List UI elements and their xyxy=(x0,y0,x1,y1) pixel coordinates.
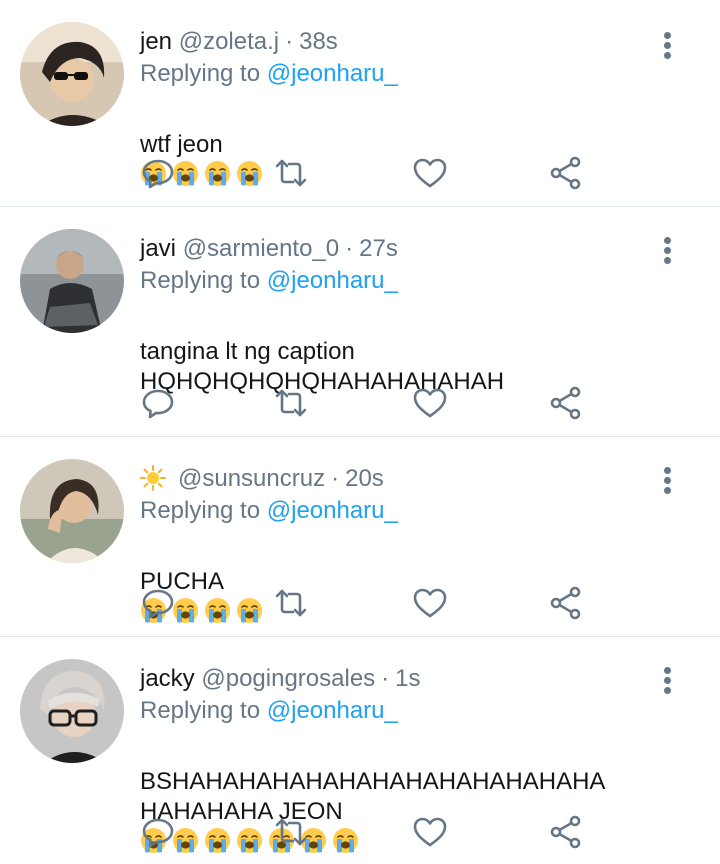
more-vertical-icon[interactable] xyxy=(664,467,672,495)
avatar[interactable] xyxy=(20,659,124,763)
replying-to-mention[interactable]: @jeonharu_ xyxy=(267,497,398,524)
sun-icon xyxy=(140,465,166,491)
more-vertical-icon[interactable] xyxy=(664,237,672,265)
replying-to-label: Replying to xyxy=(140,60,261,87)
reply-tweet-1[interactable]: jen @zoleta.j · 38s Replying to @jeonharu_… xyxy=(0,0,720,207)
share-icon[interactable] xyxy=(548,814,584,850)
loudly-crying-face-emoji xyxy=(172,597,199,624)
tweet-body: BSHAHAHAHAHAHAHAHAHAHAHAHAHA HAHAHAHA JE… xyxy=(140,768,606,825)
replying-to-label: Replying to xyxy=(140,267,261,294)
share-icon[interactable] xyxy=(548,585,584,621)
share-icon[interactable] xyxy=(548,155,584,191)
like-icon[interactable] xyxy=(412,155,448,191)
more-vertical-icon[interactable] xyxy=(664,667,672,695)
reply-tweet-4[interactable]: jacky @pogingrosales · 1s Replying to @jeo… xyxy=(0,637,720,864)
loudly-crying-face-emoji xyxy=(204,160,231,187)
separator-dot: · xyxy=(345,235,354,262)
timestamp: 27s xyxy=(359,235,398,262)
retweet-icon[interactable] xyxy=(273,155,309,191)
replying-to-mention[interactable]: @jeonharu_ xyxy=(267,60,398,87)
retweet-icon[interactable] xyxy=(273,814,309,850)
loudly-crying-face-emoji xyxy=(172,827,199,854)
replying-to-label: Replying to xyxy=(140,697,261,724)
timestamp: 1s xyxy=(395,665,421,692)
separator-dot: · xyxy=(285,28,294,55)
more-vertical-icon[interactable] xyxy=(664,32,672,60)
avatar[interactable] xyxy=(20,229,124,333)
replying-to-mention[interactable]: @jeonharu_ xyxy=(267,697,398,724)
reply-icon[interactable] xyxy=(140,814,176,850)
tweet-body: wtf jeon xyxy=(140,131,223,158)
replying-to-mention[interactable]: @jeonharu_ xyxy=(267,267,398,294)
loudly-crying-face-emoji xyxy=(204,827,231,854)
avatar[interactable] xyxy=(20,22,124,126)
user-handle[interactable]: @sunsuncruz xyxy=(178,465,325,492)
user-handle[interactable]: @pogingrosales xyxy=(201,665,375,692)
timestamp: 20s xyxy=(345,465,384,492)
avatar[interactable] xyxy=(20,459,124,563)
reply-icon[interactable] xyxy=(140,585,176,621)
retweet-icon[interactable] xyxy=(273,385,309,421)
like-icon[interactable] xyxy=(412,585,448,621)
separator-dot: · xyxy=(381,665,390,692)
like-icon[interactable] xyxy=(412,814,448,850)
loudly-crying-face-emoji xyxy=(172,160,199,187)
loudly-crying-face-emoji xyxy=(236,827,263,854)
reply-icon[interactable] xyxy=(140,385,176,421)
retweet-icon[interactable] xyxy=(273,585,309,621)
share-icon[interactable] xyxy=(548,385,584,421)
reply-tweet-3[interactable]: @sunsuncruz · 20s Replying to @jeonharu_ P… xyxy=(0,437,720,637)
loudly-crying-face-emoji xyxy=(236,160,263,187)
user-handle[interactable]: @sarmiento_0 xyxy=(183,235,339,262)
loudly-crying-face-emoji xyxy=(204,597,231,624)
display-name[interactable]: jen xyxy=(140,28,172,55)
user-handle[interactable]: @zoleta.j xyxy=(179,28,279,55)
loudly-crying-face-emoji xyxy=(236,597,263,624)
replying-to-label: Replying to xyxy=(140,497,261,524)
timestamp: 38s xyxy=(299,28,338,55)
separator-dot: · xyxy=(331,465,340,492)
reply-icon[interactable] xyxy=(140,155,176,191)
tweet-body: tangina lt ng caption HQHQHQHQHQHAHAHAHA… xyxy=(140,338,505,395)
like-icon[interactable] xyxy=(412,385,448,421)
loudly-crying-face-emoji xyxy=(332,827,359,854)
reply-tweet-2[interactable]: javi @sarmiento_0 · 27s Replying to @jeonh… xyxy=(0,207,720,437)
display-name[interactable]: jacky xyxy=(140,665,195,692)
display-name[interactable]: javi xyxy=(140,235,176,262)
